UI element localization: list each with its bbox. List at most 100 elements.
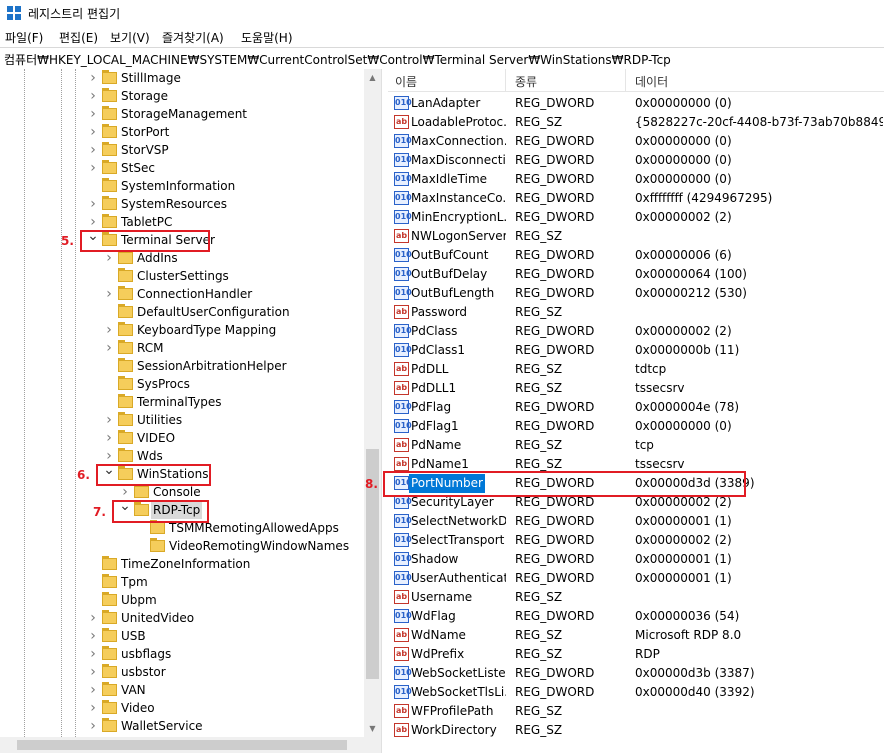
value-row[interactable]: 010 PdFlag1 REG_DWORD 0x00000000 (0): [388, 417, 884, 436]
chevron-right-icon[interactable]: ›: [102, 339, 116, 357]
value-data: 0x00000d3b (3387): [635, 666, 755, 680]
title-bar: 레지스트리 편집기: [0, 0, 884, 26]
chevron-right-icon[interactable]: ›: [86, 105, 100, 123]
step-5-label: 5.: [61, 234, 74, 248]
value-row[interactable]: 010 Shadow REG_DWORD 0x00000001 (1): [388, 550, 884, 569]
chevron-right-icon[interactable]: ›: [102, 411, 116, 429]
value-row[interactable]: 010WebSocketListe... REG_DWORD 0x00000d3b …: [388, 664, 884, 683]
value-data: 0x00000000 (0): [635, 153, 732, 167]
list-header: 이름 종류 데이터: [388, 69, 884, 92]
value-name: PdDLL1: [411, 381, 457, 395]
value-data: 0x0000004e (78): [635, 400, 740, 414]
folder-icon: [102, 700, 117, 714]
chevron-right-icon[interactable]: ›: [86, 717, 100, 735]
values-list[interactable]: 이름 종류 데이터 010 LanAdapter REG_DWORD 0x000000…: [388, 69, 884, 753]
value-row[interactable]: 010SelectNetworkD... REG_DWORD 0x00000001 …: [388, 512, 884, 531]
value-data: 0x00000002 (2): [635, 324, 732, 338]
value-row[interactable]: 010 SelectTransport REG_DWORD 0x00000002 (2…: [388, 531, 884, 550]
value-data: tcp: [635, 438, 654, 452]
chevron-right-icon[interactable]: ›: [86, 645, 100, 663]
value-row[interactable]: 010 MaxInstanceCo... REG_DWORD 0xffffffff (…: [388, 189, 884, 208]
value-type: REG_DWORD: [515, 571, 595, 585]
value-row[interactable]: 010 MaxConnection... REG_DWORD 0x00000000 (…: [388, 132, 884, 151]
value-type: REG_DWORD: [515, 210, 595, 224]
folder-icon: [118, 376, 133, 390]
value-row[interactable]: ab PdName REG_SZ tcp: [388, 436, 884, 455]
column-type[interactable]: 종류: [515, 73, 537, 90]
column-data[interactable]: 데이터: [635, 73, 668, 90]
chevron-right-icon[interactable]: ›: [86, 681, 100, 699]
no-expander: [102, 303, 116, 321]
binary-value-icon: 010: [394, 685, 412, 699]
folder-icon: [118, 412, 133, 426]
value-type: REG_DWORD: [515, 609, 595, 623]
chevron-right-icon[interactable]: ›: [102, 429, 116, 447]
value-row[interactable]: 010 MaxIdleTime REG_DWORD 0x00000000 (0): [388, 170, 884, 189]
value-row[interactable]: 010 OutBufDelay REG_DWORD 0x00000064 (100): [388, 265, 884, 284]
chevron-right-icon[interactable]: ›: [86, 159, 100, 177]
column-name[interactable]: 이름: [395, 73, 417, 90]
value-row[interactable]: ab LoadableProtoc... REG_SZ {5828227c-20cf-…: [388, 113, 884, 132]
menu-favorites[interactable]: 즐겨찾기(A): [162, 29, 224, 46]
tree-horizontal-scrollbar[interactable]: [0, 737, 381, 753]
string-value-icon: ab: [394, 723, 409, 737]
chevron-right-icon[interactable]: ›: [102, 285, 116, 303]
value-row[interactable]: ab Password REG_SZ: [388, 303, 884, 322]
value-name: LoadableProtoc...: [411, 115, 506, 129]
chevron-right-icon[interactable]: ›: [86, 627, 100, 645]
scroll-down-icon[interactable]: ▼: [364, 720, 381, 737]
value-row[interactable]: 010 PdFlag REG_DWORD 0x0000004e (78): [388, 398, 884, 417]
value-row[interactable]: 010MaxDisconnecti... REG_DWORD 0x00000000 …: [388, 151, 884, 170]
chevron-right-icon[interactable]: ›: [102, 321, 116, 339]
value-row[interactable]: ab WFProfilePath REG_SZ: [388, 702, 884, 721]
value-row[interactable]: ab WorkDirectory REG_SZ: [388, 721, 884, 740]
scroll-up-icon[interactable]: ▲: [364, 69, 381, 86]
pane-splitter[interactable]: [381, 69, 388, 753]
value-row[interactable]: 010 OutBufLength REG_DWORD 0x00000212 (530): [388, 284, 884, 303]
chevron-right-icon[interactable]: ›: [86, 123, 100, 141]
menu-file[interactable]: 파일(F): [5, 29, 43, 46]
chevron-right-icon[interactable]: ›: [86, 195, 100, 213]
value-row[interactable]: 010 OutBufCount REG_DWORD 0x00000006 (6): [388, 246, 884, 265]
menu-help[interactable]: 도움말(H): [241, 29, 293, 46]
value-row[interactable]: 010 PdClass REG_DWORD 0x00000002 (2): [388, 322, 884, 341]
tree-node-label: USB: [121, 629, 146, 643]
value-row[interactable]: ab PdDLL1 REG_SZ tssecsrv: [388, 379, 884, 398]
menu-view[interactable]: 보기(V): [110, 29, 150, 46]
address-bar[interactable]: 컴퓨터₩HKEY_LOCAL_MACHINE₩SYSTEM₩CurrentCon…: [0, 47, 884, 70]
chevron-right-icon[interactable]: ›: [86, 141, 100, 159]
value-row[interactable]: ab WdName REG_SZ Microsoft RDP 8.0: [388, 626, 884, 645]
value-row[interactable]: 010 PdClass1 REG_DWORD 0x0000000b (11): [388, 341, 884, 360]
value-row[interactable]: 010 WebSocketTlsLi... REG_DWORD 0x00000d40 …: [388, 683, 884, 702]
value-row[interactable]: ab PdDLL REG_SZ tdtcp: [388, 360, 884, 379]
value-row[interactable]: ab WdPrefix REG_SZ RDP: [388, 645, 884, 664]
tree-hscroll-thumb[interactable]: [17, 740, 347, 750]
tree-node-label: StillImage: [121, 71, 181, 85]
address-path[interactable]: 컴퓨터₩HKEY_LOCAL_MACHINE₩SYSTEM₩CurrentCon…: [4, 51, 671, 68]
value-data: 0x00000000 (0): [635, 96, 732, 110]
no-expander: [102, 357, 116, 375]
value-row[interactable]: 010 MinEncryptionL... REG_DWORD 0x00000002 …: [388, 208, 884, 227]
value-data: 0xffffffff (4294967295): [635, 191, 773, 205]
value-type: REG_SZ: [515, 723, 563, 737]
no-expander: [102, 267, 116, 285]
folder-icon: [118, 268, 133, 282]
tree-vertical-scrollbar[interactable]: ▲ ▼: [364, 69, 381, 737]
value-row[interactable]: ab Username REG_SZ: [388, 588, 884, 607]
string-value-icon: ab: [394, 438, 409, 452]
value-row[interactable]: 010UserAuthenticat... REG_DWORD 0x00000001…: [388, 569, 884, 588]
chevron-right-icon[interactable]: ›: [86, 69, 100, 87]
value-row[interactable]: ab NWLogonServer REG_SZ: [388, 227, 884, 246]
value-row[interactable]: 010 WdFlag REG_DWORD 0x00000036 (54): [388, 607, 884, 626]
value-name: PdClass: [411, 324, 458, 338]
value-type: REG_DWORD: [515, 191, 595, 205]
tree-node-label: Wds: [137, 449, 163, 463]
chevron-right-icon[interactable]: ›: [86, 663, 100, 681]
value-row[interactable]: 010 LanAdapter REG_DWORD 0x00000000 (0): [388, 94, 884, 113]
chevron-right-icon[interactable]: ›: [86, 699, 100, 717]
registry-tree[interactable]: › StillImage › Storage › StorageManagement › St…: [0, 69, 381, 753]
chevron-right-icon[interactable]: ›: [86, 609, 100, 627]
highlight-rdp-tcp: [112, 500, 209, 523]
chevron-right-icon[interactable]: ›: [86, 87, 100, 105]
menu-edit[interactable]: 편집(E): [59, 29, 98, 46]
